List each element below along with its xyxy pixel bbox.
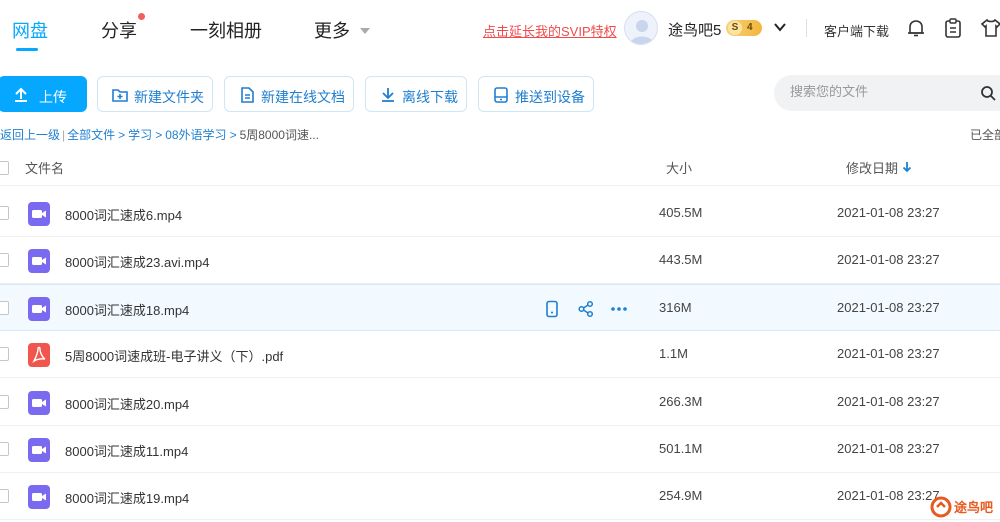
breadcrumb-study[interactable]: 学习 <box>128 128 152 142</box>
caret-down-icon[interactable] <box>360 28 370 34</box>
device-icon <box>494 87 508 103</box>
more-icon[interactable] <box>610 300 628 318</box>
client-download-link[interactable]: 客户端下载 <box>824 21 889 40</box>
file-table-header: 文件名 大小 修改日期 <box>0 150 1000 186</box>
file-name[interactable]: 8000词汇速成18.mp4 <box>65 300 189 319</box>
file-size: 501.1M <box>659 441 703 456</box>
upload-icon <box>15 87 27 102</box>
file-name[interactable]: 8000词汇速成19.mp4 <box>65 488 189 507</box>
search-box <box>774 75 1000 111</box>
file-date: 2021-01-08 23:27 <box>837 394 940 409</box>
search-icon[interactable] <box>980 85 996 101</box>
file-date: 2021-01-08 23:27 <box>837 205 940 220</box>
select-all-checkbox[interactable] <box>0 161 9 175</box>
file-name[interactable]: 8000词汇速成20.mp4 <box>65 394 189 413</box>
clipboard-icon[interactable] <box>942 17 964 39</box>
pdf-file-icon <box>28 343 50 367</box>
file-name[interactable]: 8000词汇速成11.mp4 <box>65 441 188 460</box>
file-name[interactable]: 8000词汇速成23.avi.mp4 <box>65 252 210 271</box>
active-tab-indicator <box>16 48 38 51</box>
table-row[interactable]: 8000词汇速成19.mp4 254.9M 2021-01-08 23:27 <box>0 473 1000 520</box>
netdisk-app: 网盘 分享 一刻相册 更多 点击延长我的SVIP特权 途鸟吧5 S 4 客户端下… <box>0 0 1000 522</box>
breadcrumb-separator: > <box>118 128 126 142</box>
row-checkbox[interactable] <box>0 206 9 220</box>
bell-icon[interactable] <box>905 17 927 39</box>
watermark-logo: 途鸟吧 <box>928 494 1000 520</box>
tab-more[interactable]: 更多 <box>314 17 350 43</box>
search-input[interactable] <box>790 84 970 99</box>
file-date: 2021-01-08 23:27 <box>837 252 940 267</box>
vip-level-badge: S 4 <box>726 20 762 36</box>
new-folder-button[interactable]: 新建文件夹 <box>97 76 213 112</box>
table-row-hovered[interactable]: 8000词汇速成18.mp4 316M 2021-01-08 23:27 <box>0 284 1000 331</box>
breadcrumb-separator: > <box>229 128 237 142</box>
video-file-icon <box>28 391 50 415</box>
video-file-icon <box>28 297 50 321</box>
column-header-date[interactable]: 修改日期 <box>846 158 898 177</box>
file-size: 1.1M <box>659 346 688 361</box>
breadcrumb-separator: > <box>155 128 163 142</box>
file-name[interactable]: 5周8000词速成班-电子讲义（下）.pdf <box>65 346 283 365</box>
row-checkbox[interactable] <box>0 395 9 409</box>
chevron-down-icon[interactable] <box>773 20 787 34</box>
avatar-placeholder-icon <box>630 20 654 44</box>
file-size: 266.3M <box>659 394 703 409</box>
table-row[interactable]: 8000词汇速成20.mp4 266.3M 2021-01-08 23:27 <box>0 379 1000 426</box>
video-file-icon <box>28 438 50 462</box>
svg-text:途鸟吧: 途鸟吧 <box>954 500 993 516</box>
shirt-icon[interactable] <box>980 17 1000 39</box>
table-row[interactable]: 8000词汇速成11.mp4 501.1M 2021-01-08 23:27 <box>0 426 1000 473</box>
video-file-icon <box>28 202 50 226</box>
upload-button[interactable]: 上传 <box>0 76 87 112</box>
breadcrumb-language-study[interactable]: 08外语学习 <box>165 128 226 142</box>
file-date: 2021-01-08 23:27 <box>837 346 940 361</box>
file-size: 254.9M <box>659 488 703 503</box>
download-icon <box>382 88 394 102</box>
video-file-icon <box>28 249 50 273</box>
document-icon <box>241 87 254 103</box>
phone-icon[interactable] <box>543 300 561 318</box>
tab-netdisk[interactable]: 网盘 <box>12 17 48 43</box>
table-row[interactable]: 5周8000词速成班-电子讲义（下）.pdf 1.1M 2021-01-08 2… <box>0 331 1000 378</box>
file-size: 316M <box>659 300 692 315</box>
table-row[interactable]: 8000词汇速成23.avi.mp4 443.5M 2021-01-08 23:… <box>0 237 1000 284</box>
new-folder-icon <box>112 89 128 102</box>
file-size: 443.5M <box>659 252 703 267</box>
file-date: 2021-01-08 23:27 <box>837 441 940 456</box>
notification-dot <box>138 13 145 20</box>
username[interactable]: 途鸟吧5 <box>668 19 721 40</box>
file-date: 2021-01-08 23:27 <box>837 488 940 503</box>
breadcrumb: 返回上一级 | 全部文件 > 学习 >08外语学习 >5周8000词速... <box>0 126 319 143</box>
top-nav: 网盘 分享 一刻相册 更多 点击延长我的SVIP特权 途鸟吧5 S 4 客户端下… <box>0 0 1000 58</box>
avatar[interactable] <box>624 11 658 45</box>
file-date: 2021-01-08 23:27 <box>837 300 940 315</box>
share-icon[interactable] <box>577 300 595 318</box>
file-size: 405.5M <box>659 205 703 220</box>
loaded-all-status: 已全部 <box>970 128 1000 142</box>
row-checkbox[interactable] <box>0 253 9 267</box>
video-file-icon <box>28 485 50 509</box>
tab-album[interactable]: 一刻相册 <box>190 17 262 43</box>
row-checkbox[interactable] <box>0 301 9 315</box>
table-row[interactable]: 8000词汇速成6.mp4 405.5M 2021-01-08 23:27 <box>0 190 1000 237</box>
divider <box>806 19 807 37</box>
sort-desc-icon[interactable] <box>902 161 912 173</box>
row-checkbox[interactable] <box>0 442 9 456</box>
file-name[interactable]: 8000词汇速成6.mp4 <box>65 205 182 224</box>
new-online-doc-button[interactable]: 新建在线文档 <box>224 76 354 112</box>
breadcrumb-current-folder: 5周8000词速... <box>239 128 319 142</box>
column-header-name[interactable]: 文件名 <box>25 158 64 177</box>
row-checkbox[interactable] <box>0 347 9 361</box>
row-checkbox[interactable] <box>0 489 9 503</box>
breadcrumb-all-files[interactable]: 全部文件 <box>67 128 115 142</box>
back-link[interactable]: 返回上一级 <box>0 128 60 142</box>
offline-download-button[interactable]: 离线下载 <box>365 76 467 112</box>
tab-share[interactable]: 分享 <box>101 17 137 43</box>
column-header-size[interactable]: 大小 <box>666 158 692 177</box>
svip-renew-link[interactable]: 点击延长我的SVIP特权 <box>483 21 617 40</box>
push-to-device-button[interactable]: 推送到设备 <box>478 76 594 112</box>
